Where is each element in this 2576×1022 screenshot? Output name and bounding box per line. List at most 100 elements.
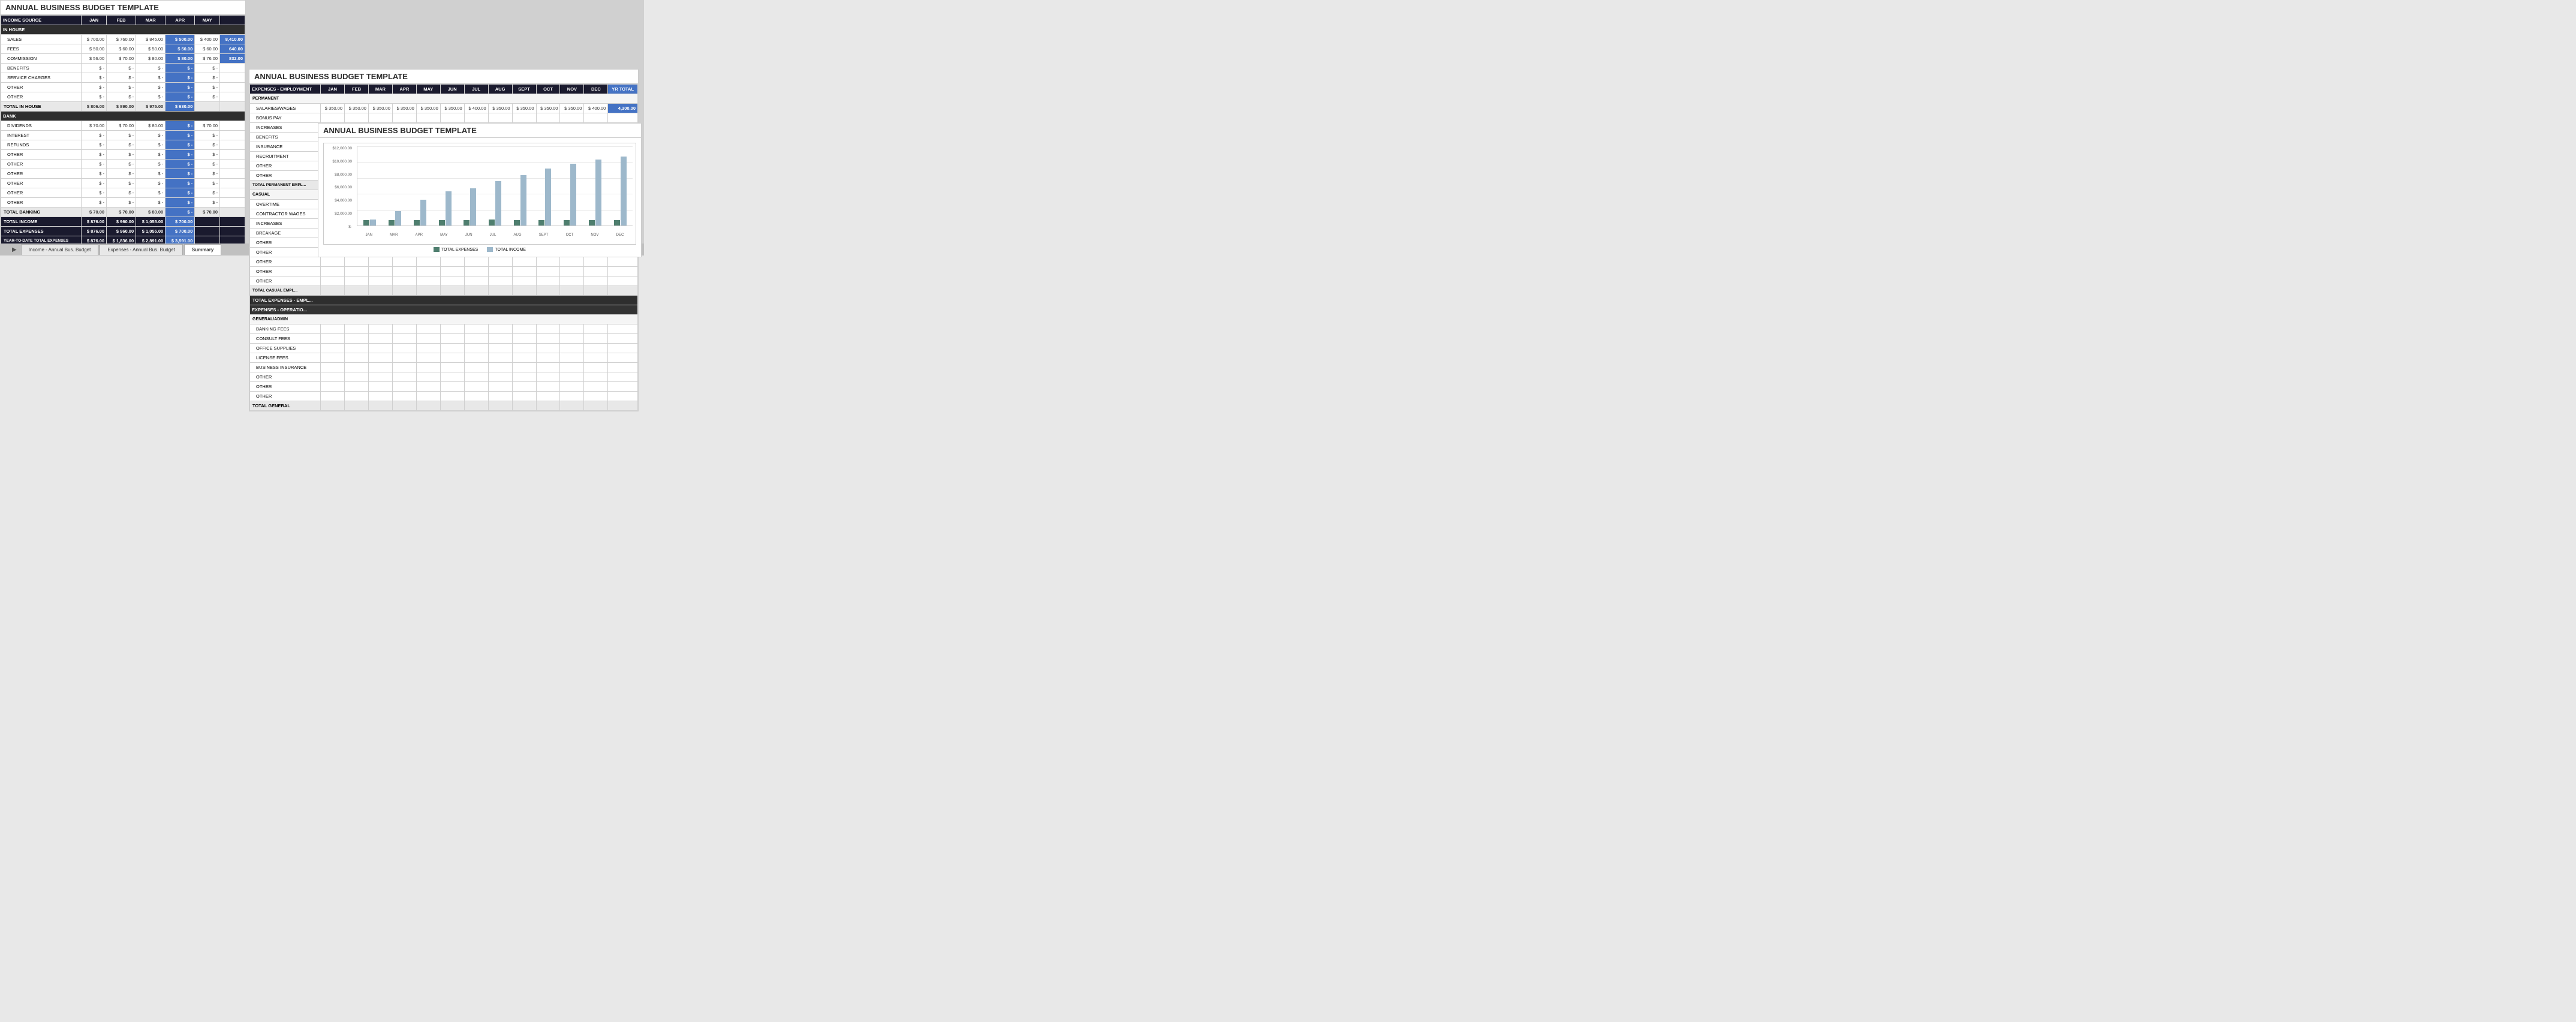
mar-header: MAR <box>136 16 165 25</box>
x-label-jun: JUN <box>465 233 473 237</box>
jan-header: JAN <box>82 16 107 25</box>
contractor-wages-label: CONTRACTOR WAGES <box>250 209 321 219</box>
gen-other2: OTHER <box>250 382 321 392</box>
total-income-mar: $ 1,055.00 <box>136 217 165 227</box>
expenses-legend-label: TOTAL EXPENSES <box>441 248 478 252</box>
income-bar <box>621 157 627 226</box>
legend-income: TOTAL INCOME <box>487 247 526 252</box>
consult-fees-label: CONSULT FEES <box>250 334 321 344</box>
x-labels: JANMARAPRMAYJUNJULAUGSEPTOCTNOVDEC <box>357 229 633 241</box>
chart-area: $12,000.00 $10,000.00 $8,000.00 $6,000.0… <box>318 138 641 257</box>
fees-apr: $ 50.00 <box>165 44 195 54</box>
bar-group-jul <box>489 181 501 226</box>
tab-income-label: Income - Annual Bus. Budget <box>29 247 91 253</box>
div-total <box>220 121 245 131</box>
cas-other4: OTHER <box>250 267 321 276</box>
sales-total: 8,410.00 <box>220 35 245 44</box>
banking-fees-label: BANKING FEES <box>250 324 321 334</box>
other1-total <box>220 83 245 92</box>
exp-jun: JUN <box>440 85 464 94</box>
income-bar <box>495 181 501 226</box>
income-bar <box>420 200 426 226</box>
fees-label: FEES <box>1 44 82 54</box>
sales-may: $ 400.00 <box>195 35 220 44</box>
expense-bar <box>389 220 395 226</box>
benefits-label: BENEFITS <box>1 64 82 73</box>
x-label-may: MAY <box>440 233 448 237</box>
ref-may: $ - <box>195 140 220 150</box>
tab-left-arrow[interactable]: ▶ <box>12 247 17 253</box>
y-label-4k: $4,000.00 <box>335 199 352 203</box>
gen-other1: OTHER <box>250 372 321 382</box>
inhouse-section: IN HOUSE <box>1 25 245 35</box>
x-label-sept: SEPT <box>539 233 549 237</box>
other1-feb: $ - <box>107 83 136 92</box>
breakage-label: BREAKAGE <box>250 229 321 238</box>
bar-group-jun <box>464 188 476 226</box>
income-bar <box>470 188 476 226</box>
commission-feb: $ 70.00 <box>107 54 136 64</box>
int-feb: $ - <box>107 131 136 140</box>
ref-jan: $ - <box>82 140 107 150</box>
bar-group-mar <box>389 211 401 226</box>
total-casual-label: TOTAL CASUAL EMPL... <box>250 286 321 296</box>
legend-expenses: TOTAL EXPENSES <box>434 247 478 252</box>
total-income-may <box>195 217 220 227</box>
exp-sept: SEPT <box>512 85 536 94</box>
benefits-may: $ - <box>195 64 220 73</box>
service-charges-label: SERVICE CHARGES <box>1 73 82 83</box>
other2-jan: $ - <box>82 92 107 102</box>
div-feb: $ 70.00 <box>107 121 136 131</box>
x-label-dec: DEC <box>616 233 624 237</box>
fees-feb: $ 60.00 <box>107 44 136 54</box>
bank-other1: OTHER <box>1 150 82 160</box>
income-table: INCOME SOURCE JAN FEB MAR APR MAY IN HOU… <box>1 15 245 246</box>
total-inhouse-label: TOTAL IN HOUSE <box>1 102 82 112</box>
int-jan: $ - <box>82 131 107 140</box>
total-inhouse-apr: $ 630.00 <box>165 102 195 112</box>
expense-bar <box>589 220 595 226</box>
income-legend-label: TOTAL INCOME <box>495 248 526 252</box>
recruitment-label: RECRUITMENT <box>250 152 321 161</box>
div-mar: $ 80.00 <box>136 121 165 131</box>
exp-mar: MAR <box>368 85 392 94</box>
other2-apr: $ - <box>165 92 195 102</box>
sc-may: $ - <box>195 73 220 83</box>
tab-income[interactable]: Income - Annual Bus. Budget <box>21 244 99 255</box>
exp-jan: JAN <box>321 85 345 94</box>
interest-label: INTEREST <box>1 131 82 140</box>
perm-other1: OTHER <box>250 161 321 171</box>
total-general-label: TOTAL GENERAL <box>250 401 321 411</box>
int-total <box>220 131 245 140</box>
div-apr: $ - <box>165 121 195 131</box>
expenses-title: ANNUAL BUSINESS BUDGET TEMPLATE <box>249 70 638 84</box>
other1-jan: $ - <box>82 83 107 92</box>
other2-feb: $ - <box>107 92 136 102</box>
bar-group-oct <box>564 164 576 226</box>
tab-summary[interactable]: Summary <box>184 244 221 255</box>
commission-may: $ 76.00 <box>195 54 220 64</box>
refunds-label: REFUNDS <box>1 140 82 150</box>
total-expenses-jan: $ 876.00 <box>82 227 107 236</box>
y-label-6k: $6,000.00 <box>335 185 352 190</box>
int-mar: $ - <box>136 131 165 140</box>
exp-oct: OCT <box>536 85 560 94</box>
tab-summary-label: Summary <box>192 247 213 253</box>
total-income-feb: $ 960.00 <box>107 217 136 227</box>
exp-yr-total: YR TOTAL <box>608 85 638 94</box>
y-label-2k: $2,000.00 <box>335 212 352 216</box>
total-income-label: TOTAL INCOME <box>1 217 82 227</box>
extra-header <box>220 16 245 25</box>
exp-nov: NOV <box>560 85 584 94</box>
bar-group-jan <box>363 220 376 226</box>
other2-label: OTHER <box>1 92 82 102</box>
expenses-header: EXPENSES - EMPLOYMENT <box>250 85 321 94</box>
chart-sheet: ANNUAL BUSINESS BUDGET TEMPLATE $12,000.… <box>318 123 642 257</box>
total-expenses-may <box>195 227 220 236</box>
y-label-12k: $12,000.00 <box>332 146 352 151</box>
cas-other2: OTHER <box>250 248 321 257</box>
tab-expenses[interactable]: Expenses - Annual Bus. Budget <box>100 244 183 255</box>
expenses-color <box>434 247 440 252</box>
bank-other3: OTHER <box>1 169 82 179</box>
int-apr: $ - <box>165 131 195 140</box>
